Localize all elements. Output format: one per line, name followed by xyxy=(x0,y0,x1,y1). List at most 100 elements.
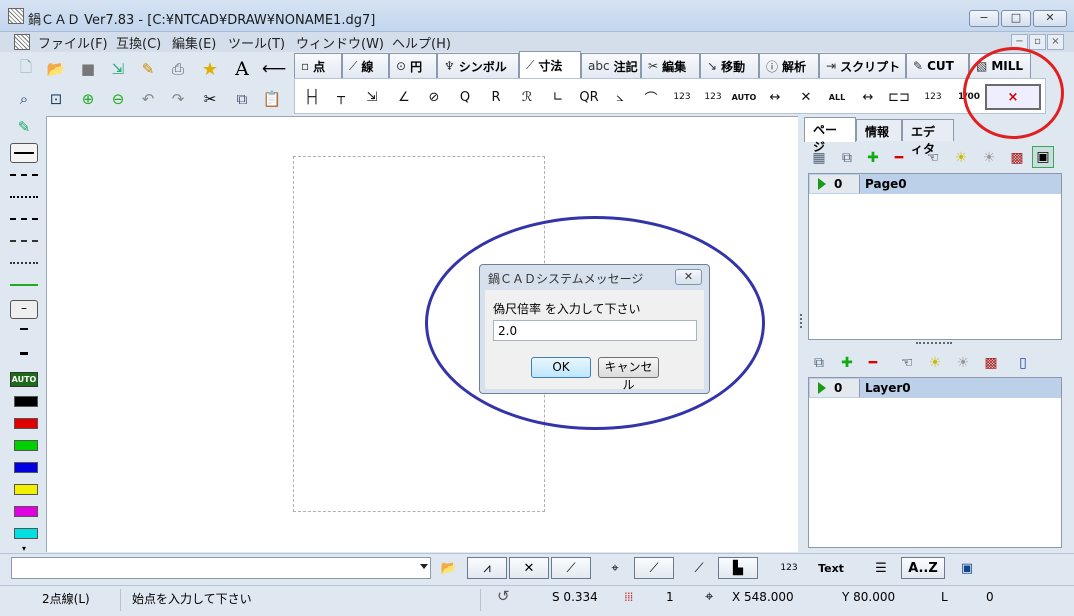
zoom-in-icon[interactable]: ⊕ xyxy=(76,87,100,111)
tab-point[interactable]: ▫ 点 xyxy=(294,53,342,78)
tab-edit[interactable]: ✂ 編集 xyxy=(641,53,700,78)
tab-editor[interactable]: エディタ xyxy=(902,119,954,156)
new-file-icon[interactable]: 🗋 xyxy=(14,57,38,81)
doc-icon[interactable] xyxy=(14,34,30,50)
copy-icon[interactable]: ⧉ xyxy=(230,87,254,111)
zoom-out-icon[interactable]: ⊖ xyxy=(106,87,130,111)
color-swatch-black[interactable] xyxy=(14,396,38,407)
measure-icon[interactable]: 123 xyxy=(776,557,802,579)
tab-info[interactable]: 情報 xyxy=(856,119,902,141)
select-layer-icon[interactable]: ☜ xyxy=(896,352,918,374)
line-style-dashed[interactable] xyxy=(10,174,38,176)
text-button[interactable]: Text xyxy=(816,557,846,579)
chevron-down-icon[interactable] xyxy=(420,564,428,569)
menu-help[interactable]: ヘルプ(H) xyxy=(392,33,451,52)
line-style-dotted[interactable] xyxy=(10,196,38,198)
angle-dimension-icon[interactable]: ∠ xyxy=(391,84,417,110)
layer-color-icon[interactable]: ▩ xyxy=(980,352,1002,374)
show-page-icon[interactable]: ☀ xyxy=(950,147,972,169)
leader-icon[interactable]: ∟ xyxy=(545,84,571,110)
line-width-thin[interactable] xyxy=(20,328,28,330)
page-color-icon[interactable]: ▩ xyxy=(1006,147,1028,169)
window-icon[interactable]: ▣ xyxy=(956,557,978,579)
menu-tool[interactable]: ツール(T) xyxy=(228,33,285,52)
snap-midpoint-icon[interactable]: ⟋ xyxy=(688,557,710,579)
export-icon[interactable]: ✎ xyxy=(136,57,160,81)
arc-radius-dimension-icon[interactable]: ℛ xyxy=(514,84,540,110)
open-folder-icon[interactable]: 📂 xyxy=(438,557,460,579)
tab-circle[interactable]: ⊙ 円 xyxy=(389,53,437,78)
show-layer-icon[interactable]: ☀ xyxy=(924,352,946,374)
palette-scroll-down-icon[interactable]: ▾ xyxy=(10,544,38,553)
layer-properties-icon[interactable]: ▯ xyxy=(1012,352,1034,374)
import-icon[interactable]: ⇲ xyxy=(106,57,130,81)
line-style-dash-fine[interactable] xyxy=(10,218,38,220)
all-dimension-icon[interactable]: ALL xyxy=(824,84,850,110)
snap-endpoint-icon[interactable]: ⟋ xyxy=(634,557,674,579)
save-icon[interactable]: ■ xyxy=(76,57,100,81)
arrow-left-icon[interactable]: ⟵ xyxy=(262,57,286,81)
layer-row[interactable]: 0 Layer0 xyxy=(809,378,1061,398)
quadrant-radius-icon[interactable]: QR xyxy=(576,84,602,110)
paste-icon[interactable]: 📋 xyxy=(260,87,284,111)
line-style-two-dot[interactable] xyxy=(10,262,38,264)
refresh-icon[interactable]: ↺ xyxy=(497,587,510,605)
tab-cut[interactable]: ✎ CUT xyxy=(906,53,969,78)
close-button[interactable]: ✕ xyxy=(1033,10,1067,27)
snap-line-icon[interactable]: ⟋ xyxy=(551,557,591,579)
color-swatch-red[interactable] xyxy=(14,418,38,429)
menu-window[interactable]: ウィンドウ(W) xyxy=(296,33,384,52)
tab-annotation[interactable]: abc 注記 xyxy=(581,53,641,78)
remove-page-icon[interactable]: ━ xyxy=(888,147,910,169)
tab-move[interactable]: ↘ 移動 xyxy=(700,53,759,78)
page-row[interactable]: 0 Page0 xyxy=(809,174,1061,194)
eyedropper-icon[interactable]: ✎ xyxy=(10,118,38,136)
minimize-button[interactable]: − xyxy=(969,10,999,27)
color-swatch-cyan[interactable] xyxy=(14,528,38,539)
dimension-value-icon[interactable]: 123 xyxy=(920,84,946,110)
radius-dimension-icon[interactable]: R xyxy=(483,84,509,110)
mdi-restore-button[interactable]: ▫ xyxy=(1029,34,1046,50)
open-folder-icon[interactable]: 📂 xyxy=(44,57,68,81)
color-swatch-green[interactable] xyxy=(14,440,38,451)
cut-icon[interactable]: ✂ xyxy=(198,87,222,111)
layer-copy-icon[interactable]: ⧉ xyxy=(808,352,830,374)
hide-page-icon[interactable]: ☀ xyxy=(978,147,1000,169)
menu-file[interactable]: ファイル(F) xyxy=(38,33,108,52)
sort-button[interactable]: A..Z xyxy=(901,557,945,579)
command-combo[interactable] xyxy=(11,557,431,579)
color-swatch-yellow[interactable] xyxy=(14,484,38,495)
list-splitter[interactable] xyxy=(916,342,952,344)
remove-layer-icon[interactable]: ━ xyxy=(862,352,884,374)
menu-compat[interactable]: 互換(C) xyxy=(116,33,161,52)
tab-dimension[interactable]: ⟋ 寸法 xyxy=(519,51,581,79)
line-style-solid-thick[interactable] xyxy=(10,143,38,163)
tab-page[interactable]: ページ xyxy=(804,117,856,154)
auto-dimension-icon[interactable]: AUTO xyxy=(731,84,757,110)
add-page-icon[interactable]: ✚ xyxy=(862,147,884,169)
dimension-style-icon[interactable]: ⊏⊐ xyxy=(886,84,912,110)
diameter-dimension-icon[interactable]: ⊘ xyxy=(421,84,447,110)
zoom-window-icon[interactable]: ⌕ xyxy=(12,87,36,111)
redo-icon[interactable]: ↷ xyxy=(166,87,190,111)
app-icon[interactable] xyxy=(8,8,24,24)
snap-free-icon[interactable]: ▙ xyxy=(718,557,758,579)
menu-edit[interactable]: 編集(E) xyxy=(172,33,216,52)
color-swatch-magenta[interactable] xyxy=(14,506,38,517)
linear-dimension-icon[interactable]: ├┤ xyxy=(299,84,325,110)
color-swatch-blue[interactable] xyxy=(14,462,38,473)
line-width-box[interactable]: – xyxy=(10,300,38,319)
zoom-all-icon[interactable]: ⊡ xyxy=(44,87,68,111)
snap-center-icon[interactable]: ⌖ xyxy=(604,557,626,579)
snap-intersection-icon[interactable]: ⩘ xyxy=(467,557,507,579)
line-color-green[interactable] xyxy=(10,284,38,286)
text-font-icon[interactable]: A xyxy=(230,57,254,81)
select-page-icon[interactable]: ☜ xyxy=(922,147,944,169)
layer-play-button[interactable]: 0 xyxy=(810,379,860,397)
line-width-thick[interactable] xyxy=(20,352,28,355)
quadrant-dimension-icon[interactable]: Q xyxy=(452,84,478,110)
mdi-close-button[interactable]: × xyxy=(1047,34,1064,50)
angle-arc-icon[interactable]: ⦣ xyxy=(607,84,633,110)
extend-dimension-icon[interactable]: ↔ xyxy=(855,84,881,110)
page-play-button[interactable]: 0 xyxy=(810,175,860,193)
